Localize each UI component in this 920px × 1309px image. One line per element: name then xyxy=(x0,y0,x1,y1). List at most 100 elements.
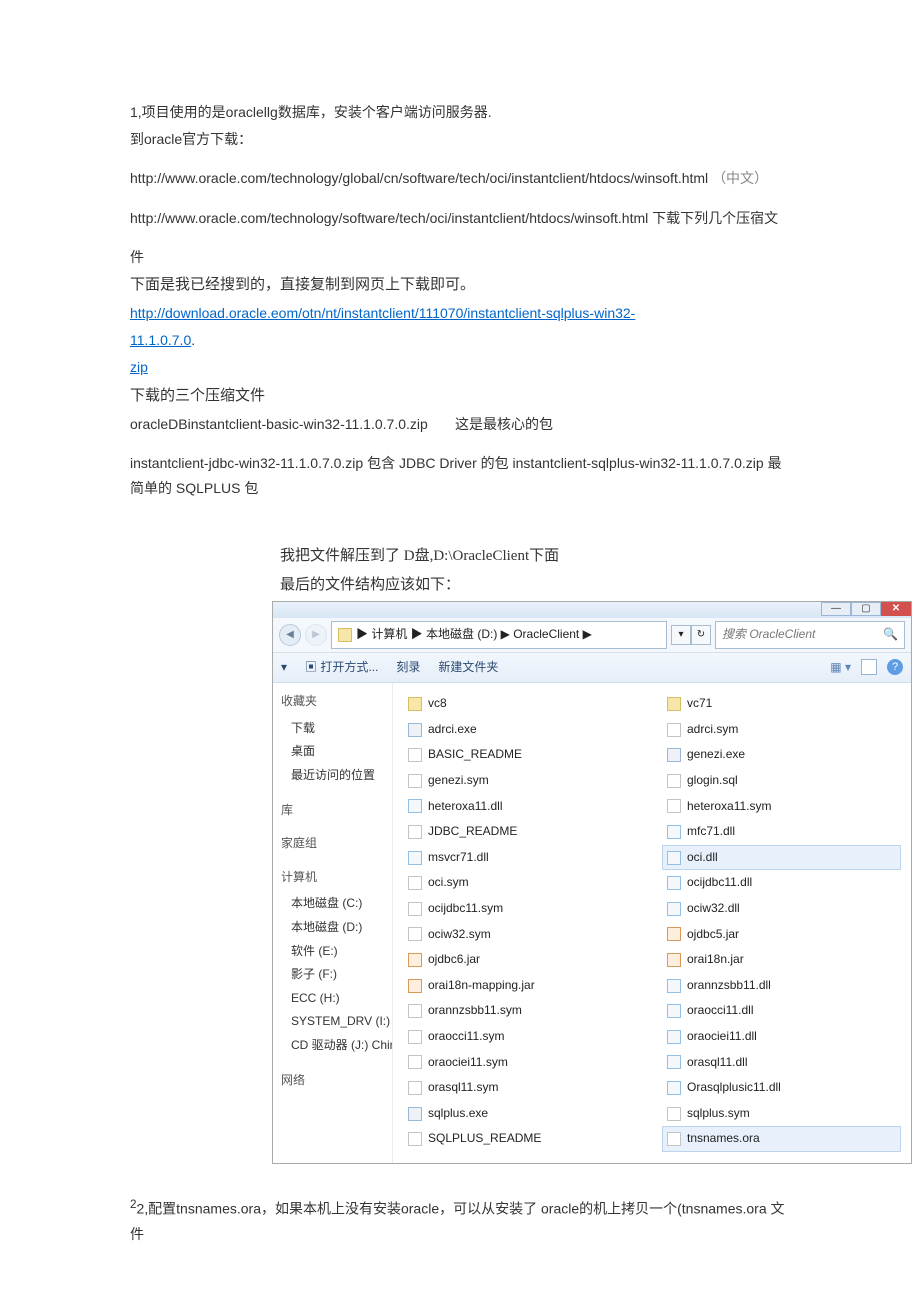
burn-button[interactable]: 刻录 xyxy=(396,657,420,679)
file-item[interactable]: orasql11.dll xyxy=(662,1050,901,1076)
view-button[interactable]: ▦ ▾ xyxy=(830,657,851,679)
sidebar-item-downloads[interactable]: 下载 xyxy=(281,717,386,741)
file-item-label: orannzsbb11.dll xyxy=(687,975,771,997)
file-item[interactable]: adrci.exe xyxy=(403,717,642,743)
file-icon xyxy=(408,774,422,788)
dll-icon xyxy=(667,851,681,865)
file-item[interactable]: genezi.exe xyxy=(662,742,901,768)
maximize-button[interactable]: ▢ xyxy=(851,602,881,616)
sidebar-item-desktop[interactable]: 桌面 xyxy=(281,740,386,764)
back-button[interactable]: ◀ xyxy=(279,624,301,646)
file-item[interactable]: orannzsbb11.sym xyxy=(403,998,642,1024)
file-icon xyxy=(408,876,422,890)
sidebar-homegroup[interactable]: 家庭组 xyxy=(281,833,386,855)
file-item-label: JDBC_README xyxy=(428,821,517,843)
sidebar-item-drive-d[interactable]: 本地磁盘 (D:) xyxy=(281,916,386,940)
paragraph: 下面是我已经搜到的，直接复制到网页上下载即可。 xyxy=(130,272,790,299)
footer-paragraph: 22,配置tnsnames.ora，如果本机上没有安装oracle，可以从安装了… xyxy=(130,1194,790,1247)
file-item[interactable]: oraociei11.sym xyxy=(403,1050,642,1076)
file-item[interactable]: vc71 xyxy=(662,691,901,717)
file-item-label: ojdbc6.jar xyxy=(428,949,480,971)
file-item-label: orai18n-mapping.jar xyxy=(428,975,535,997)
file-item[interactable]: ociw32.sym xyxy=(403,922,642,948)
file-icon xyxy=(408,1081,422,1095)
url-line-en: http://www.oracle.com/technology/softwar… xyxy=(130,206,790,231)
preview-pane-button[interactable] xyxy=(861,659,877,675)
file-item[interactable]: msvcr71.dll xyxy=(403,845,642,871)
minimize-button[interactable]: — xyxy=(821,602,851,616)
file-item[interactable]: ojdbc6.jar xyxy=(403,947,642,973)
file-item[interactable]: ojdbc5.jar xyxy=(662,922,901,948)
new-folder-button[interactable]: 新建文件夹 xyxy=(438,657,498,679)
refresh-button[interactable]: ↻ xyxy=(691,625,711,645)
file-item[interactable]: BASIC_README xyxy=(403,742,642,768)
sidebar-item-recent[interactable]: 最近访问的位置 xyxy=(281,764,386,788)
download-link[interactable]: http://download.oracle.eom/otn/nt/instan… xyxy=(130,301,790,326)
sidebar-computer[interactable]: 计算机 xyxy=(281,867,386,889)
organize-dropdown[interactable]: ▾ xyxy=(281,657,287,679)
address-bar-row: ◀ ▶ ▶ 计算机 ▶ 本地磁盘 (D:) ▶ OracleClient ▶ ▾… xyxy=(273,618,911,653)
open-with-button[interactable]: ▣ 打开方式... xyxy=(305,657,378,679)
file-icon xyxy=(667,799,681,813)
dll-icon xyxy=(667,979,681,993)
dll-icon xyxy=(667,1081,681,1095)
file-item[interactable]: ociw32.dll xyxy=(662,896,901,922)
file-item-label: tnsnames.ora xyxy=(687,1128,760,1150)
file-item[interactable]: orannzsbb11.dll xyxy=(662,973,901,999)
history-dropdown-button[interactable]: ▾ xyxy=(671,625,691,645)
file-item[interactable]: oraociei11.dll xyxy=(662,1024,901,1050)
file-item-label: adrci.exe xyxy=(428,719,477,741)
file-item[interactable]: Orasqlplusic11.dll xyxy=(662,1075,901,1101)
file-item[interactable]: JDBC_README xyxy=(403,819,642,845)
address-bar[interactable]: ▶ 计算机 ▶ 本地磁盘 (D:) ▶ OracleClient ▶ xyxy=(331,621,667,649)
sidebar-item-drive-e[interactable]: 软件 (E:) xyxy=(281,940,386,964)
file-item-label: ocijdbc11.dll xyxy=(687,872,752,894)
file-item[interactable]: orai18n-mapping.jar xyxy=(403,973,642,999)
file-item[interactable]: orai18n.jar xyxy=(662,947,901,973)
download-link-line2[interactable]: 11.1.0.7.0. xyxy=(130,328,790,353)
paragraph: 到oracle官方下载： xyxy=(130,127,790,152)
zip-label[interactable]: zip xyxy=(130,355,790,380)
file-item[interactable]: sqlplus.exe xyxy=(403,1101,642,1127)
sidebar-libraries[interactable]: 库 xyxy=(281,800,386,822)
file-item[interactable]: glogin.sql xyxy=(662,768,901,794)
sidebar-item-drive-j[interactable]: CD 驱动器 (J:) Chin xyxy=(281,1034,386,1058)
file-item[interactable]: mfc71.dll xyxy=(662,819,901,845)
close-button[interactable]: ✕ xyxy=(881,602,911,616)
file-item[interactable]: heteroxa11.dll xyxy=(403,794,642,820)
sidebar-network[interactable]: 网络 xyxy=(281,1070,386,1092)
file-item-label: SQLPLUS_README xyxy=(428,1128,541,1150)
file-item[interactable]: SQLPLUS_README xyxy=(403,1126,642,1152)
sidebar-item-drive-c[interactable]: 本地磁盘 (C:) xyxy=(281,892,386,916)
file-item[interactable]: oci.dll xyxy=(662,845,901,871)
file-item-label: adrci.sym xyxy=(687,719,738,741)
three-zip-heading: 下载的三个压缩文件 xyxy=(130,383,790,410)
sidebar-item-drive-h[interactable]: ECC (H:) xyxy=(281,987,386,1011)
file-icon xyxy=(408,1132,422,1146)
file-item[interactable]: adrci.sym xyxy=(662,717,901,743)
file-item-label: oraociei11.dll xyxy=(687,1026,757,1048)
pkg-basic-note: 这是最核心的包 xyxy=(455,416,553,432)
file-item-label: vc8 xyxy=(428,693,447,715)
file-item[interactable]: tnsnames.ora xyxy=(662,1126,901,1152)
file-item[interactable]: oraocci11.sym xyxy=(403,1024,642,1050)
sidebar-item-drive-f[interactable]: 影子 (F:) xyxy=(281,963,386,987)
sidebar-item-drive-i[interactable]: SYSTEM_DRV (I:) xyxy=(281,1010,386,1034)
file-item[interactable]: sqlplus.sym xyxy=(662,1101,901,1127)
help-button[interactable]: ? xyxy=(887,659,903,675)
link-text-a: http://download.oracle.eom/otn/nt/instan… xyxy=(130,305,635,321)
file-item[interactable]: heteroxa11.sym xyxy=(662,794,901,820)
dll-icon xyxy=(667,902,681,916)
file-item[interactable]: ocijdbc11.dll xyxy=(662,870,901,896)
file-item[interactable]: ocijdbc11.sym xyxy=(403,896,642,922)
forward-button[interactable]: ▶ xyxy=(305,624,327,646)
url-1-note: （中文） xyxy=(712,170,768,186)
file-item[interactable]: oraocci11.dll xyxy=(662,998,901,1024)
file-item[interactable]: genezi.sym xyxy=(403,768,642,794)
file-item[interactable]: oci.sym xyxy=(403,870,642,896)
toolbar: ▾ ▣ 打开方式... 刻录 新建文件夹 ▦ ▾ ? xyxy=(273,653,911,684)
search-input[interactable]: 搜索 OracleClient 🔍 xyxy=(715,621,905,649)
file-item[interactable]: orasql11.sym xyxy=(403,1075,642,1101)
file-item[interactable]: vc8 xyxy=(403,691,642,717)
sidebar-favorites[interactable]: 收藏夹 xyxy=(281,691,386,713)
